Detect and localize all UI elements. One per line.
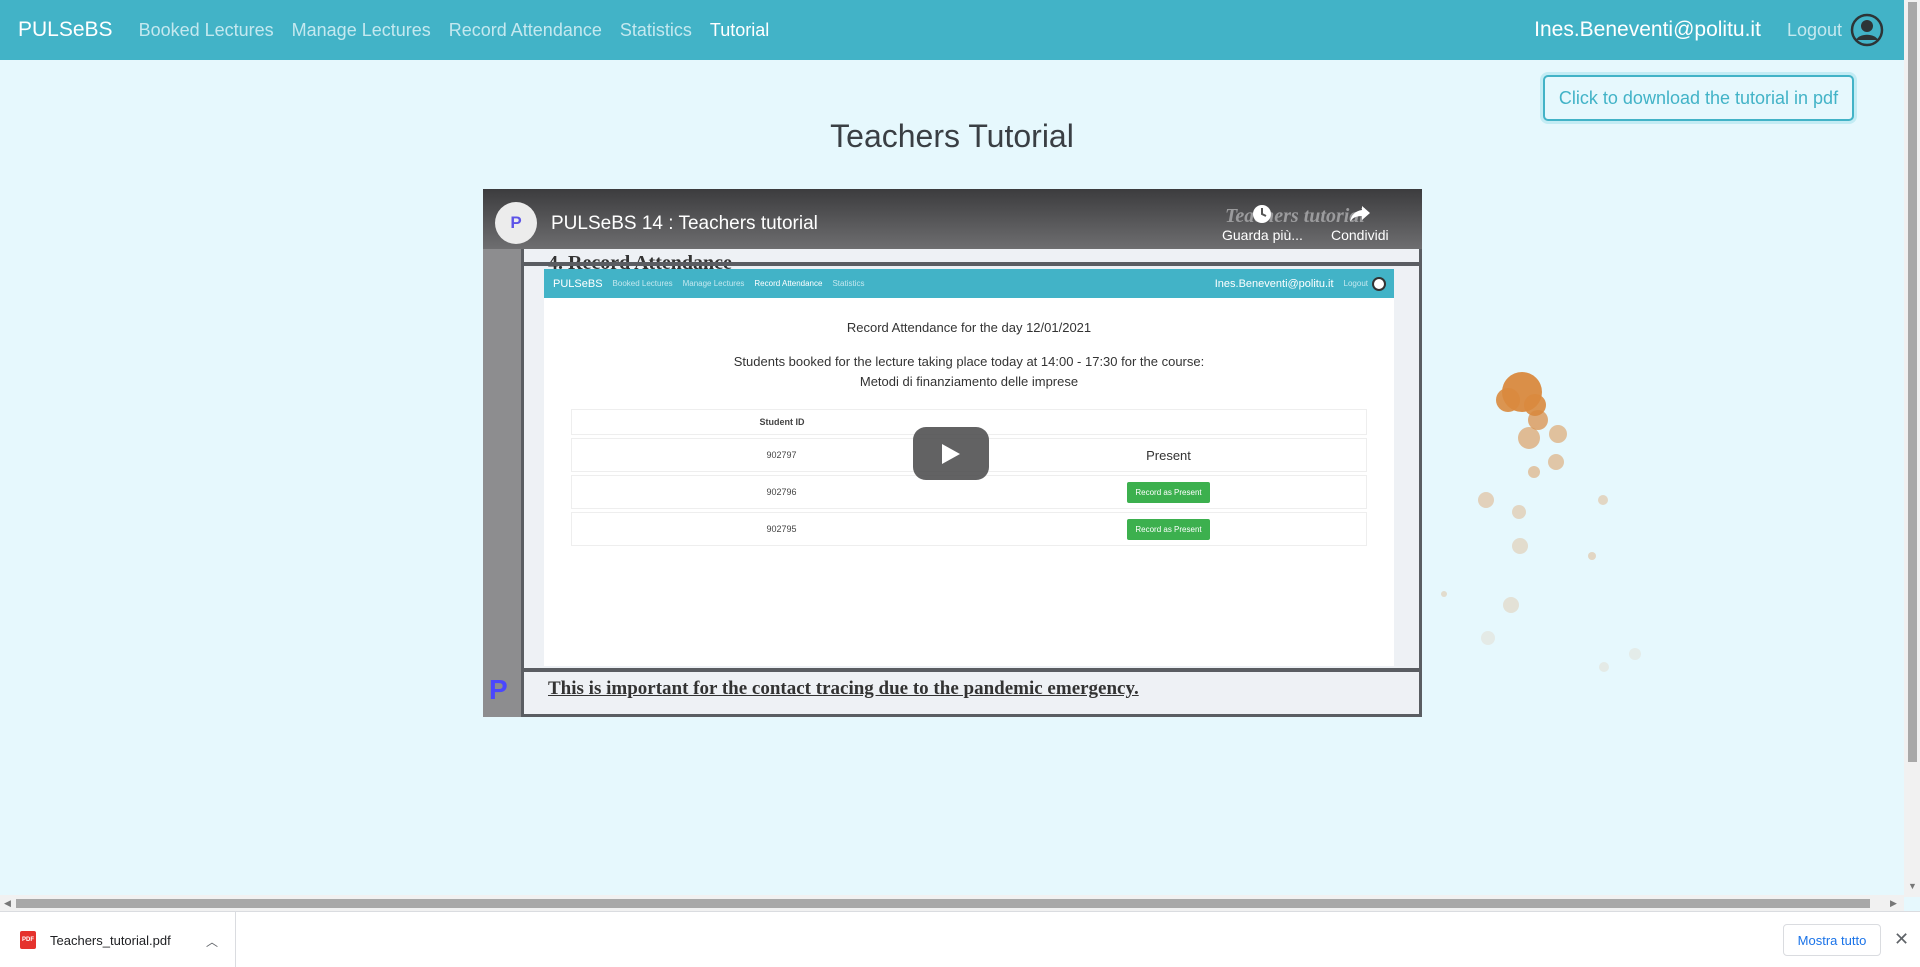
table-header: Student ID [759,417,805,427]
inner-user-icon [1372,276,1386,291]
slide-divider [524,262,1419,266]
vertical-scrollbar[interactable]: ▼ [1904,0,1920,897]
clock-icon [1253,205,1272,223]
scroll-right-arrow-icon[interactable]: ▶ [1890,898,1897,909]
close-icon[interactable]: ✕ [1894,929,1909,950]
video-title[interactable]: PULSeBS 14 : Teachers tutorial [551,213,818,235]
logout-link[interactable]: Logout [1787,20,1842,41]
pdf-file-icon: PDF [20,931,36,949]
video-topbar: P PULSeBS 14 : Teachers tutorial Teacher… [483,189,1422,249]
watch-later-button[interactable]: Guarda più... [1222,203,1303,243]
nav-manage-lectures[interactable]: Manage Lectures [292,20,431,41]
nav-statistics[interactable]: Statistics [620,20,692,41]
scroll-left-arrow-icon[interactable]: ◀ [4,898,11,909]
inner-nav-link: Statistics [832,279,865,288]
share-icon [1349,206,1370,222]
inner-nav-link: Booked Lectures [612,279,673,288]
inner-user-area: Ines.Beneventi@politu.it Logout [1214,276,1386,291]
brand-logo[interactable]: PULSeBS [18,18,113,42]
slide-footer-text: This is important for the contact tracin… [548,678,1139,699]
nav-tutorial[interactable]: Tutorial [710,20,769,41]
download-pdf-button[interactable]: Click to download the tutorial in pdf [1543,75,1854,121]
user-email: Ines.Beneventi@politu.it [1534,18,1761,41]
slide-divider [524,668,1419,672]
inner-nav-link: Record Attendance [754,279,823,288]
table-row: 902795 Record as Present [571,512,1367,546]
page-title: Teachers Tutorial [830,118,1074,154]
inner-brand: PULSeBS [553,277,603,290]
play-icon [942,443,960,464]
inner-navbar: PULSeBS Booked Lectures Manage Lectures … [544,269,1394,298]
inner-course: Metodi di finanziamento delle imprese [859,374,1079,389]
vertical-scrollbar-thumb[interactable] [1908,2,1917,762]
scroll-down-arrow-icon[interactable]: ▼ [1908,881,1917,891]
nav-booked-lectures[interactable]: Booked Lectures [139,20,274,41]
student-id: 902795 [766,524,797,534]
virus-decoration-icon [1441,372,1641,672]
chevron-up-icon[interactable]: ︿ [206,933,218,950]
horizontal-scrollbar-thumb[interactable] [16,899,1870,908]
nav-user-area: Ines.Beneventi@politu.it Logout [1534,0,1884,60]
inner-subheading: Students booked for the lecture taking p… [733,354,1205,369]
show-all-button[interactable]: Mostra tutto [1783,924,1881,956]
share-label: Condividi [1331,227,1389,243]
table-row: 902796 Record as Present [571,475,1367,509]
present-label: Present [1146,447,1191,463]
watch-later-label: Guarda più... [1222,227,1303,243]
top-navbar: PULSeBS Booked Lectures Manage Lectures … [0,0,1904,60]
horizontal-scrollbar[interactable]: ◀ ▶ [0,895,1904,911]
download-file-name[interactable]: Teachers_tutorial.pdf [50,933,171,948]
video-player[interactable]: 4. Record Attendance PULSeBS Booked Lect… [483,189,1422,717]
inner-logout: Logout [1343,279,1368,288]
channel-avatar[interactable]: P [495,202,537,244]
channel-logo-icon[interactable]: P [489,674,508,706]
play-button[interactable] [913,427,989,480]
inner-nav-link: Manage Lectures [682,279,745,288]
nav-record-attendance[interactable]: Record Attendance [449,20,602,41]
download-item[interactable]: PDF Teachers_tutorial.pdf ︿ [0,912,236,967]
share-button[interactable]: Condividi [1331,203,1389,243]
record-as-present-button: Record as Present [1127,518,1210,540]
record-as-present-button: Record as Present [1127,481,1210,503]
inner-heading: Record Attendance for the day 12/01/2021 [846,320,1092,335]
user-circle-icon[interactable] [1850,13,1884,47]
downloads-bar: PDF Teachers_tutorial.pdf ︿ Mostra tutto… [0,911,1920,967]
inner-user-email: Ines.Beneventi@politu.it [1214,277,1334,290]
student-id: 902797 [766,450,797,460]
student-id: 902796 [766,487,797,497]
